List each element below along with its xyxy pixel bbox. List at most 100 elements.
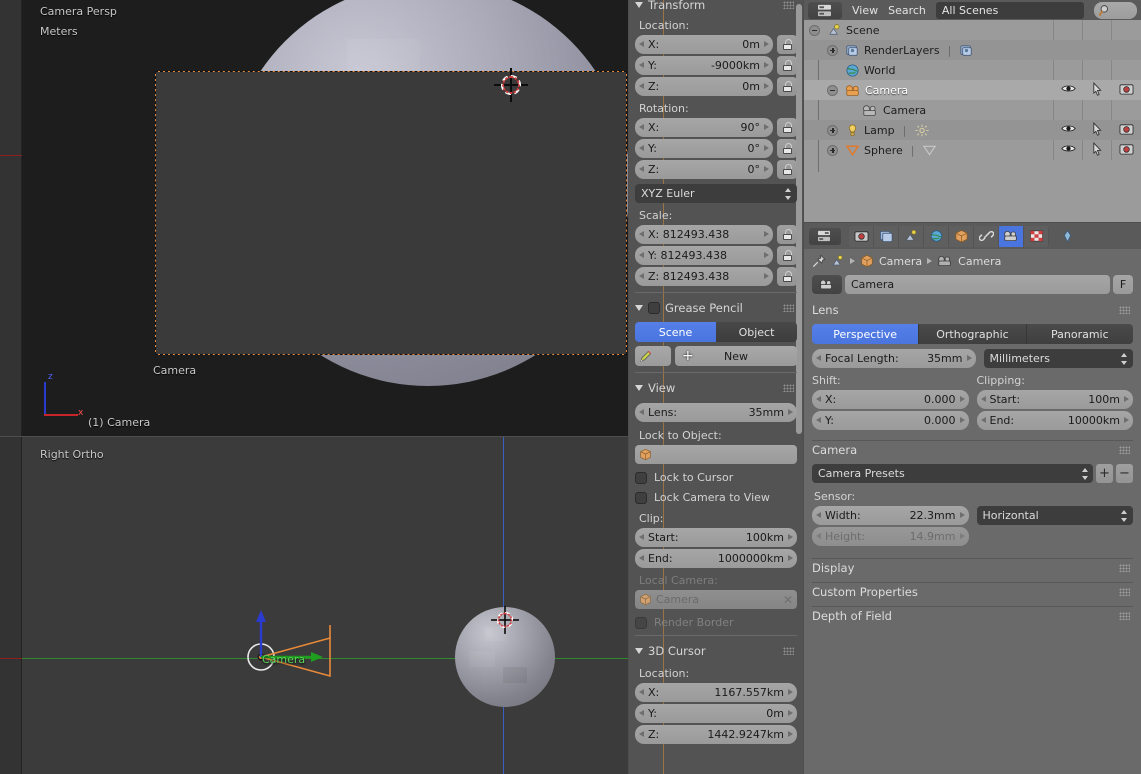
view3d-sidebar[interactable]: Transform Location: X: 0m Y: -9000km Z: … xyxy=(629,0,803,774)
shift-y-value[interactable]: 0.000 xyxy=(924,414,956,427)
panel-grip-icon[interactable] xyxy=(1119,612,1130,620)
panel-header-3d-cursor[interactable]: 3D Cursor xyxy=(635,642,797,660)
scene-tab[interactable] xyxy=(899,225,924,247)
lock-to-object-field[interactable] xyxy=(635,445,797,464)
constraints-tab[interactable] xyxy=(974,225,999,247)
lens-clip-end-field[interactable]: End: 10000km xyxy=(976,411,1133,430)
field-row-scale-z[interactable]: Z: 812493.438 xyxy=(635,267,797,286)
lens-orthographic-button[interactable]: Orthographic xyxy=(919,324,1027,344)
rot-z-value[interactable]: 0° xyxy=(748,163,761,176)
camera-visibility-toggle[interactable] xyxy=(1054,83,1083,97)
viewport-right-ortho[interactable]: Camera Right Ortho xyxy=(0,437,628,774)
view-clip-start-field[interactable]: Start: 100km xyxy=(635,528,797,547)
datablock-name-input[interactable]: Camera xyxy=(845,275,1110,294)
seam-horizontal-viewports[interactable] xyxy=(0,436,628,437)
focal-unit-dropdown[interactable]: Millimeters xyxy=(983,349,1133,368)
outliner-row-renderlayers[interactable]: RenderLayers | xyxy=(804,40,1141,60)
panel-grip-icon[interactable] xyxy=(1119,588,1130,596)
field-row-scale-y[interactable]: Y: 812493.438 xyxy=(635,246,797,265)
seam-horizontal-right[interactable] xyxy=(804,222,1141,223)
remove-preset-button[interactable]: − xyxy=(1116,464,1133,483)
object-tab[interactable] xyxy=(949,225,974,247)
outliner-menu-view[interactable]: View xyxy=(852,4,878,17)
outliner-tree[interactable]: Scene RenderLayers | World Camera Camera… xyxy=(804,20,1141,172)
loc-z-value[interactable]: 0m xyxy=(742,80,760,93)
lock-location-x-button[interactable] xyxy=(777,35,797,54)
lens-type-toggle[interactable]: Perspective Orthographic Panoramic xyxy=(812,324,1133,344)
collapse-icon[interactable] xyxy=(809,24,820,36)
expand-icon[interactable] xyxy=(827,144,838,156)
view-lens-field[interactable]: Lens: 35mm xyxy=(635,403,797,422)
world-tab[interactable] xyxy=(924,225,949,247)
loc-y-value[interactable]: -9000km xyxy=(711,59,760,72)
loc-x-value[interactable]: 0m xyxy=(742,38,760,51)
field-row-rotation-z[interactable]: Z: 0° xyxy=(635,160,797,179)
outliner-row-world[interactable]: World xyxy=(804,60,1141,80)
lock-camera-to-view-row[interactable]: Lock Camera to View xyxy=(635,491,797,504)
viewport-camera-persp[interactable]: Camera Persp Meters Camera z x (1) Camer… xyxy=(0,0,628,436)
field-row-rotation-x[interactable]: X: 90° xyxy=(635,118,797,137)
focal-length-value[interactable]: 35mm xyxy=(927,352,962,365)
gp-object-button[interactable]: Object xyxy=(716,322,797,342)
field-row-scale-x[interactable]: X: 812493.438 xyxy=(635,225,797,244)
add-preset-button[interactable]: + xyxy=(1096,464,1113,483)
panel-header-grease-pencil[interactable]: Grease Pencil xyxy=(635,299,797,317)
panel-grip-icon[interactable] xyxy=(1119,305,1130,314)
gp-new-button[interactable]: + New xyxy=(675,346,797,366)
scale-y-label[interactable]: Y: 812493.438 xyxy=(648,249,727,262)
cursor-x-value[interactable]: 1167.557km xyxy=(714,686,784,699)
panel-grip-icon[interactable] xyxy=(1119,564,1130,572)
focal-length-field[interactable]: Focal Length: 35mm xyxy=(812,349,976,368)
rot-x-value[interactable]: 90° xyxy=(741,121,761,134)
collapse-icon[interactable] xyxy=(827,84,838,96)
lens-panoramic-button[interactable]: Panoramic xyxy=(1026,324,1133,344)
panel-grip-icon[interactable] xyxy=(783,384,794,392)
outliner-row-scene[interactable]: Scene xyxy=(804,20,1141,40)
panel-grip-icon[interactable] xyxy=(783,304,794,312)
field-row-rotation-y[interactable]: Y: 0° xyxy=(635,139,797,158)
sphere-renderability-toggle[interactable] xyxy=(1112,142,1141,159)
panel-header-depth-of-field[interactable]: Depth of Field xyxy=(812,606,1133,625)
shift-y-field[interactable]: Y: 0.000 xyxy=(812,411,969,430)
gp-scene-button[interactable]: Scene xyxy=(635,322,716,342)
field-row-location-y[interactable]: Y: -9000km xyxy=(635,56,797,75)
editor-type-button[interactable] xyxy=(809,227,841,245)
render-border-checkbox[interactable] xyxy=(635,616,647,629)
sensor-fit-dropdown[interactable]: Horizontal xyxy=(976,506,1133,525)
breadcrumb-data-name[interactable]: Camera xyxy=(958,255,1001,268)
sphere-selectability-toggle[interactable] xyxy=(1083,141,1112,159)
camera-renderability-toggle[interactable] xyxy=(1112,82,1141,99)
lock-to-cursor-row[interactable]: Lock to Cursor xyxy=(635,471,797,484)
field-row-location-z[interactable]: Z: 0m xyxy=(635,77,797,96)
panel-header-display[interactable]: Display xyxy=(812,558,1133,577)
editor-type-button[interactable] xyxy=(808,1,842,19)
properties-tab-bar[interactable] xyxy=(849,225,1049,247)
expand-icon[interactable] xyxy=(827,44,838,56)
lock-rotation-x-button[interactable] xyxy=(777,118,797,137)
grease-pencil-source-toggle[interactable]: Scene Object xyxy=(635,322,797,342)
seam-vertical-sidebar[interactable] xyxy=(628,0,629,774)
fake-user-button[interactable]: F xyxy=(1113,275,1133,294)
panel-grip-icon[interactable] xyxy=(783,647,794,655)
lock-camera-to-view-checkbox[interactable] xyxy=(635,491,647,504)
properties-editor[interactable]: Camera Camera Camera F Lens Perspective … xyxy=(804,223,1141,774)
render-tab[interactable] xyxy=(849,225,874,247)
lock-rotation-z-button[interactable] xyxy=(777,160,797,179)
scale-x-label[interactable]: X: 812493.438 xyxy=(648,228,729,241)
outliner-row-camera-data[interactable]: Camera xyxy=(804,100,1141,120)
local-camera-field[interactable]: Camera ✕ xyxy=(635,590,797,609)
rotation-mode-dropdown[interactable]: XYZ Euler xyxy=(635,184,797,203)
texture-tab[interactable] xyxy=(1024,225,1049,247)
panel-header-lens[interactable]: Lens xyxy=(812,300,1133,319)
lock-rotation-y-button[interactable] xyxy=(777,139,797,158)
lens-clip-start-value[interactable]: 100m xyxy=(1088,393,1120,406)
view-clip-end-field[interactable]: End: 1000000km xyxy=(635,549,797,568)
sensor-width-field[interactable]: Width: 22.3mm xyxy=(812,506,969,525)
panel-header-custom-properties[interactable]: Custom Properties xyxy=(812,582,1133,601)
camera-selectability-toggle[interactable] xyxy=(1083,81,1112,99)
clear-local-camera-icon[interactable]: ✕ xyxy=(783,593,793,607)
cursor-y-field[interactable]: Y: 0m xyxy=(635,704,797,723)
field-row-location-x[interactable]: X: 0m xyxy=(635,35,797,54)
view-lens-value[interactable]: 35mm xyxy=(749,406,784,419)
lock-scale-y-button[interactable] xyxy=(777,246,797,265)
